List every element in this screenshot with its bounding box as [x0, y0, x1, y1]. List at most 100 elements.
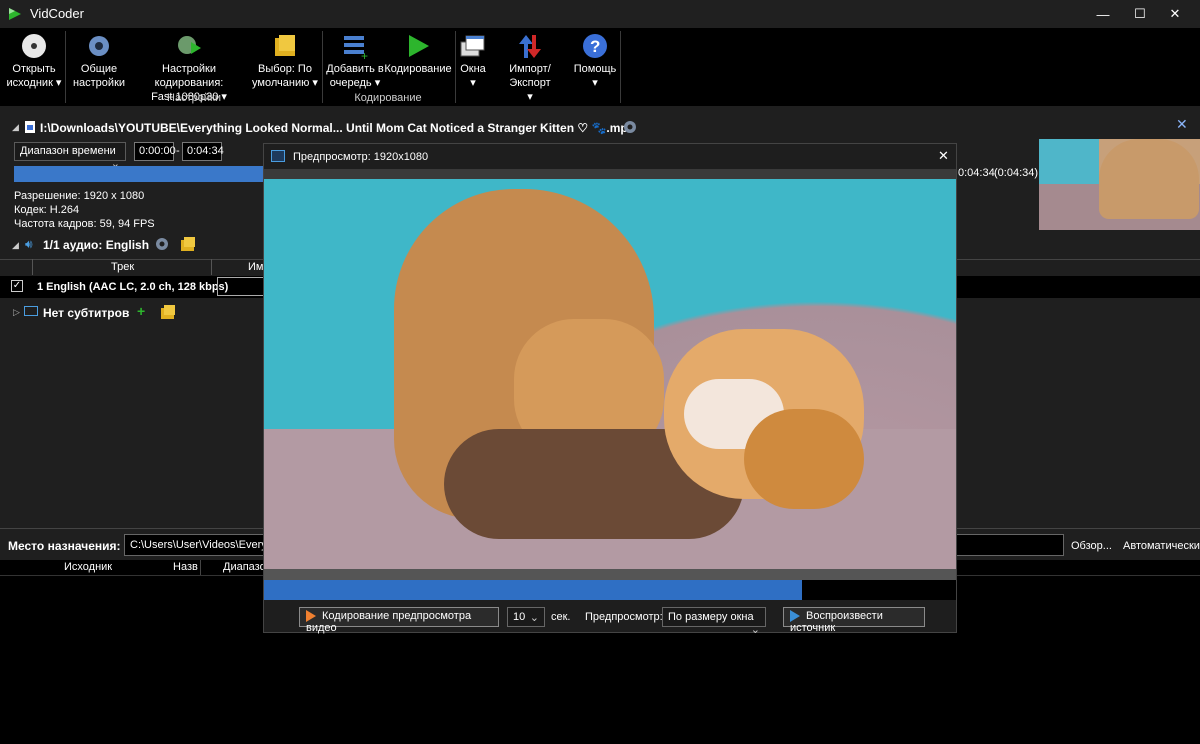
add-to-queue-button[interactable]: + Добавить в очередь ▾	[326, 32, 384, 90]
encode-label: Кодирование	[384, 63, 452, 75]
destination-path: C:\Users\User\Videos\Everythin	[130, 539, 285, 551]
time-end-input[interactable]: 0:04:34	[182, 142, 224, 161]
seconds-value: 10	[513, 611, 526, 623]
preview-window-icon	[271, 150, 285, 162]
windows-button[interactable]: Окна ▾	[458, 32, 488, 90]
windows-icon	[460, 35, 485, 57]
subtitle-folder-icon[interactable]	[160, 304, 176, 320]
source-settings-gear-icon[interactable]	[622, 119, 638, 135]
close-button[interactable]: ✕	[1152, 0, 1198, 28]
windows-label-2: ▾	[470, 77, 476, 89]
preview-video-frame	[264, 169, 956, 579]
queue-col-range[interactable]: Диапазо	[223, 561, 266, 573]
collapse-arrow-icon[interactable]: ◢	[12, 122, 19, 133]
open-source-button[interactable]: Открыть исходник ▾	[6, 32, 62, 90]
ribbon-separator	[620, 31, 621, 103]
audio-settings-gear-icon[interactable]	[154, 236, 170, 252]
subs-expand-arrow-icon[interactable]: ▷	[13, 307, 20, 318]
track-name-input[interactable]	[217, 277, 267, 296]
seconds-select[interactable]: 10 ⌄	[507, 607, 545, 627]
time-start-input[interactable]: 0:00:00	[134, 142, 176, 161]
codec-info: Кодек: H.264	[14, 204, 80, 216]
gear-play-icon	[178, 36, 201, 54]
time-range-bar[interactable]	[14, 166, 264, 182]
svg-text:+: +	[361, 49, 368, 60]
queue-col-name[interactable]: Назв	[173, 561, 198, 573]
column-divider	[200, 560, 201, 575]
vidcoder-logo-icon	[9, 8, 21, 20]
blue-play-icon	[790, 610, 800, 623]
help-label-2: ▾	[592, 77, 598, 89]
audio-collapse-arrow-icon[interactable]: ◢	[12, 240, 19, 251]
file-icon	[25, 121, 35, 133]
encode-preview-button[interactable]: Кодирование предпросмотра видео	[299, 607, 499, 634]
window-title: VidCoder	[30, 6, 84, 21]
fps-info: Частота кадров: 59, 94 FPS	[14, 218, 155, 230]
svg-text:?: ?	[590, 37, 600, 56]
add-subtitle-icon[interactable]: +	[137, 303, 145, 319]
ribbon-separator	[322, 31, 323, 103]
group-settings-label: Настройки	[167, 92, 221, 104]
disc-icon	[22, 34, 46, 58]
encode-button[interactable]: Кодирование	[384, 32, 452, 76]
open-source-label-1: Открыть	[12, 63, 56, 75]
end-time-label: 0:04:34	[958, 167, 995, 179]
group-encoding-label: Кодирование	[354, 92, 422, 104]
preview-mode-label: Предпросмотр:	[585, 611, 663, 623]
title-bar	[0, 0, 1200, 28]
subtitles-header: Нет субтитров	[43, 306, 130, 320]
import-export-icon	[519, 35, 541, 58]
column-divider	[211, 259, 212, 275]
resolution-info: Разрешение: 1920 x 1080	[14, 190, 145, 202]
range-mode-select[interactable]: Диапазон времени ⌄	[14, 142, 126, 170]
play-source-button[interactable]: Воспроизвести источник	[783, 607, 925, 634]
browse-button[interactable]: Обзор...	[1071, 540, 1112, 552]
preset-label-1: Выбор: По	[258, 63, 312, 75]
import-export-label-2: ▾	[527, 91, 533, 103]
queue-add-icon: +	[344, 36, 368, 60]
source-path: I:\Downloads\YOUTUBE\Everything Looked N…	[40, 121, 635, 135]
time-dash: -	[176, 145, 180, 157]
general-settings-button[interactable]: Общие настройки	[70, 32, 128, 90]
preview-seek-fill	[264, 580, 802, 600]
subtitles-icon	[24, 306, 38, 316]
preview-mode-select[interactable]: По размеру окна ⌄	[662, 607, 766, 636]
duration-label: (0:04:34)	[994, 167, 1039, 179]
import-export-button[interactable]: Импорт/Экспорт ▾	[490, 32, 570, 104]
orange-play-icon	[306, 610, 316, 623]
gear-icon	[89, 36, 109, 56]
help-icon: ?	[583, 34, 607, 58]
preview-close-button[interactable]: ✕	[938, 148, 949, 164]
windows-label-1: Окна	[460, 63, 486, 75]
help-button[interactable]: ? Помощь ▾	[572, 32, 618, 90]
preview-frame-strip	[264, 569, 956, 580]
audio-folder-icon[interactable]	[180, 236, 196, 252]
open-source-label-2: исходник ▾	[6, 77, 62, 89]
queue-col-source[interactable]: Исходник	[64, 561, 112, 573]
import-export-label-1: Импорт/Экспорт	[509, 63, 551, 89]
range-mode-value: Диапазон времени	[20, 145, 116, 157]
encoding-settings-label-1: Настройки кодирования:	[154, 63, 224, 89]
preset-label-2: умолчанию ▾	[252, 77, 318, 89]
preview-mode-value: По размеру окна	[668, 611, 754, 623]
ribbon-separator	[65, 31, 66, 103]
add-queue-label-1: Добавить в	[326, 63, 384, 75]
speaker-icon: 🔊︎	[25, 237, 33, 251]
track-checkbox[interactable]: ✓	[11, 280, 23, 292]
play-icon	[409, 35, 429, 57]
preset-button[interactable]: Выбор: По умолчанию ▾	[252, 32, 318, 90]
column-divider	[32, 259, 33, 275]
preview-title: Предпросмотр: 1920x1080	[293, 151, 429, 163]
help-label-1: Помощь	[573, 63, 617, 75]
close-source-icon[interactable]: ✕	[1176, 116, 1188, 133]
ribbon-separator	[455, 31, 456, 103]
seconds-unit: сек.	[551, 611, 571, 623]
folder-icon	[275, 35, 295, 56]
audio-header: 1/1 аудио: English	[43, 238, 150, 252]
auto-button[interactable]: Автоматически	[1123, 540, 1200, 552]
add-queue-label-2: очередь ▾	[329, 77, 381, 89]
audio-track-label: 1 English (AAC LC, 2.0 ch, 128 kbps)	[37, 281, 229, 293]
col-track[interactable]: Трек	[111, 261, 134, 273]
col-name[interactable]: Им	[248, 261, 263, 273]
source-thumbnail	[1039, 139, 1200, 230]
